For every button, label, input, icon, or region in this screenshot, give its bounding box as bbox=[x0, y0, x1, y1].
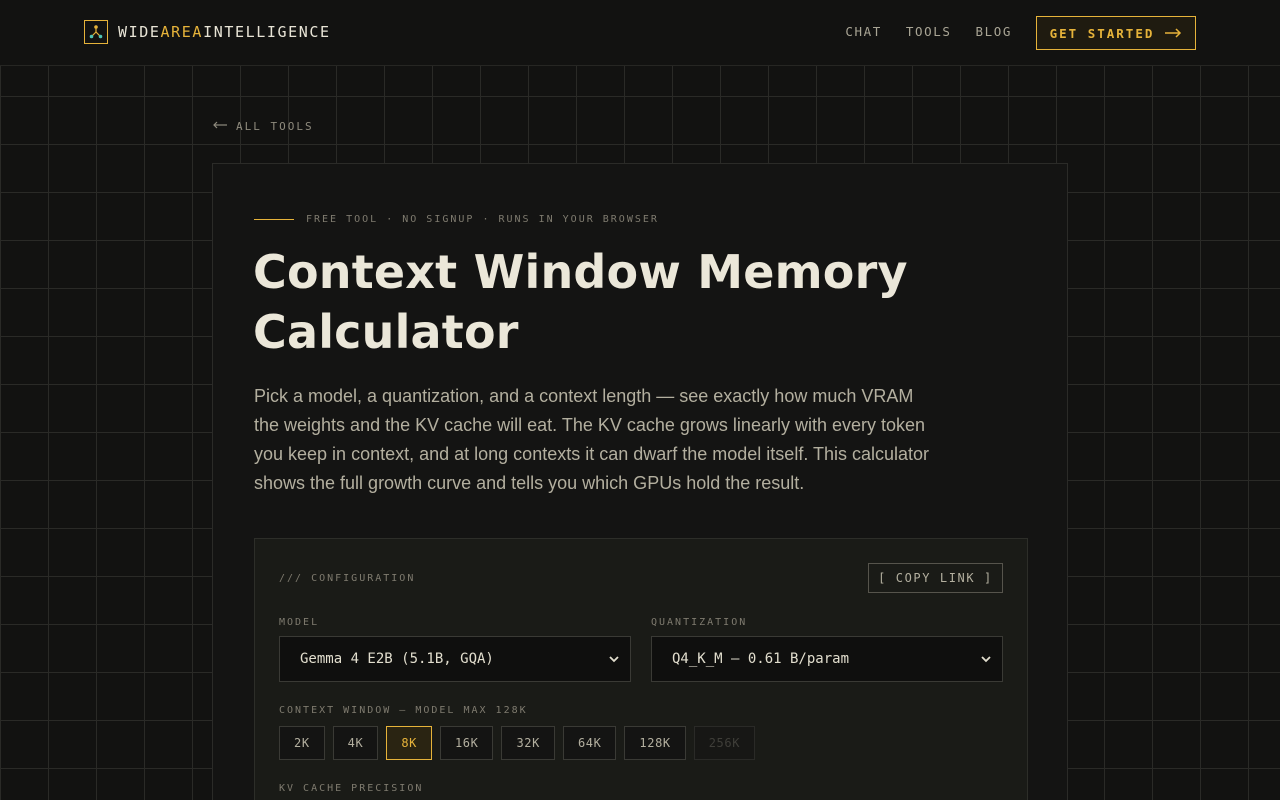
context-option-8k[interactable]: 8K bbox=[386, 726, 432, 760]
all-tools-link[interactable]: ALL TOOLS bbox=[212, 120, 314, 133]
context-option-64k[interactable]: 64K bbox=[562, 726, 617, 760]
context-option-16k[interactable]: 16K bbox=[439, 726, 494, 760]
get-started-button[interactable]: GET STARTED bbox=[1036, 16, 1196, 50]
arrow-left-icon bbox=[212, 120, 228, 133]
quantization-label: QUANTIZATION bbox=[651, 617, 748, 628]
quantization-select-value: Q4_K_M — 0.61 B/param bbox=[672, 651, 850, 667]
context-option-4k[interactable]: 4K bbox=[332, 726, 379, 760]
arrow-right-icon bbox=[1164, 26, 1182, 41]
network-logo-icon bbox=[84, 20, 108, 44]
nav-link-tools[interactable]: TOOLS bbox=[906, 24, 952, 39]
context-option-32k[interactable]: 32K bbox=[501, 726, 555, 760]
eyebrow-text: FREE TOOL · NO SIGNUP · RUNS IN YOUR BRO… bbox=[306, 214, 659, 225]
quantization-select[interactable]: Q4_K_M — 0.61 B/param bbox=[651, 636, 1003, 682]
context-option-128k[interactable]: 128K bbox=[624, 726, 686, 760]
copy-link-button[interactable]: [ COPY LINK ] bbox=[868, 563, 1003, 593]
configuration-panel: /// CONFIGURATION [ COPY LINK ] MODEL Ge… bbox=[254, 538, 1028, 800]
chevron-down-icon bbox=[980, 653, 992, 665]
context-window-options: 2K 4K 8K 16K 32K 64K 128K 256K bbox=[279, 726, 756, 760]
nav-links: CHAT TOOLS BLOG bbox=[845, 24, 1012, 39]
all-tools-label: ALL TOOLS bbox=[236, 120, 314, 133]
eyebrow-rule bbox=[254, 219, 294, 220]
kv-cache-precision-label: KV CACHE PRECISION bbox=[279, 783, 424, 794]
context-option-2k[interactable]: 2K bbox=[279, 726, 325, 760]
chevron-down-icon bbox=[608, 653, 620, 665]
top-navbar: WIDEAREAINTELLIGENCE CHAT TOOLS BLOG GET… bbox=[0, 0, 1280, 66]
get-started-label: GET STARTED bbox=[1049, 25, 1155, 41]
nav-link-chat[interactable]: CHAT bbox=[845, 24, 882, 39]
model-select-value: Gemma 4 E2B (5.1B, GQA) bbox=[300, 651, 494, 667]
model-label: MODEL bbox=[279, 617, 320, 628]
brand[interactable]: WIDEAREAINTELLIGENCE bbox=[84, 20, 331, 44]
model-select[interactable]: Gemma 4 E2B (5.1B, GQA) bbox=[279, 636, 631, 682]
eyebrow: FREE TOOL · NO SIGNUP · RUNS IN YOUR BRO… bbox=[254, 214, 659, 225]
page-title: Context Window Memory Calculator bbox=[253, 245, 908, 359]
context-option-256k: 256K bbox=[693, 726, 756, 760]
configuration-label: /// CONFIGURATION bbox=[279, 573, 416, 584]
page-description: Pick a model, a quantization, and a cont… bbox=[254, 386, 930, 493]
brand-name: WIDEAREAINTELLIGENCE bbox=[118, 23, 331, 41]
context-window-label: CONTEXT WINDOW — MODEL MAX 128K bbox=[279, 705, 528, 716]
nav-link-blog[interactable]: BLOG bbox=[975, 24, 1012, 39]
tool-card: FREE TOOL · NO SIGNUP · RUNS IN YOUR BRO… bbox=[212, 163, 1068, 800]
